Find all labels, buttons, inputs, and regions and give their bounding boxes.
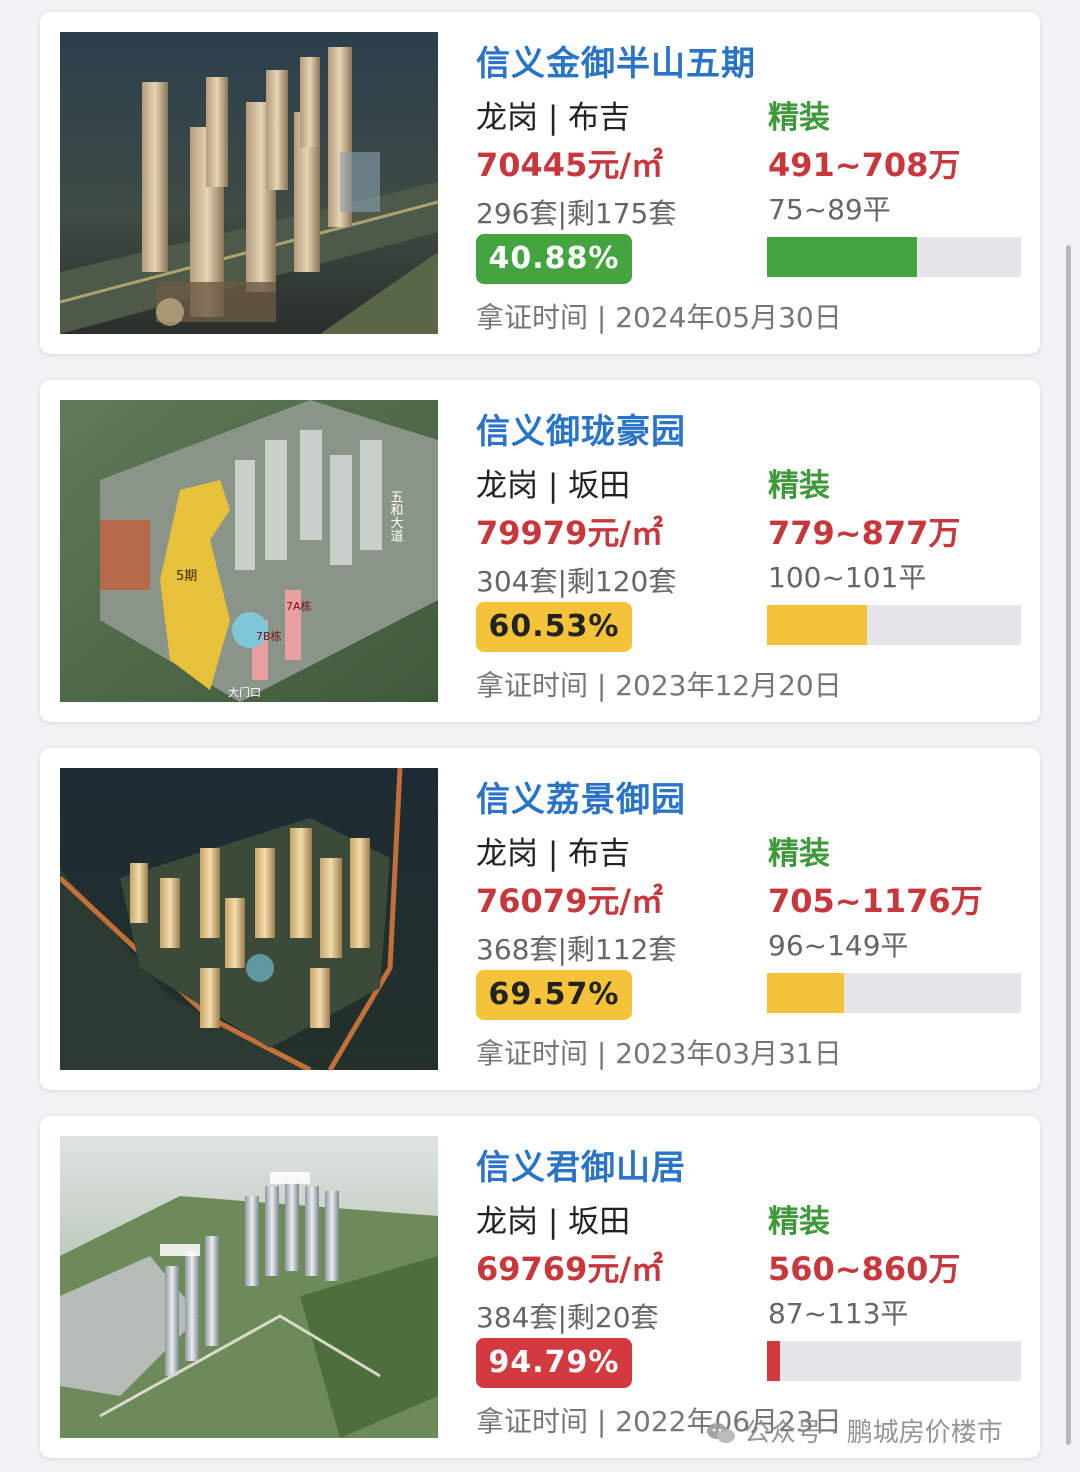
total-price-range: 491~708万 — [768, 146, 961, 184]
district-label: 龙岗 | 布吉 — [476, 836, 631, 872]
photo-road-label: 五和大道 — [388, 490, 404, 542]
certificate-date: 拿证时间 | 2023年12月20日 — [476, 669, 842, 702]
area-range: 100~101平 — [768, 561, 927, 594]
area-range: 96~149平 — [768, 929, 909, 962]
listing-card[interactable]: 信义金御半山五期 龙岗 | 布吉 精装 70445元/㎡ 491~708万 29… — [40, 12, 1040, 354]
project-photo — [60, 768, 438, 1070]
listing-card[interactable]: 信义荔景御园 龙岗 | 布吉 精装 76079元/㎡ 705~1176万 368… — [40, 748, 1040, 1090]
unit-price: 70445元/㎡ — [476, 146, 664, 184]
area-range: 75~89平 — [768, 193, 891, 226]
sales-progress-fill — [767, 1341, 781, 1381]
sold-percent-badge: 69.57% — [476, 970, 632, 1020]
sales-progress-bar — [767, 605, 1021, 645]
certificate-date: 拿证时间 | 2023年03月31日 — [476, 1037, 842, 1070]
total-price-range: 705~1176万 — [768, 882, 983, 920]
unit-price: 79979元/㎡ — [476, 514, 664, 552]
sales-progress-fill — [767, 237, 918, 277]
unit-count: 384套|剩20套 — [476, 1301, 659, 1334]
certificate-date: 拿证时间 | 2024年05月30日 — [476, 301, 842, 334]
sold-percent-badge: 60.53% — [476, 602, 632, 652]
district-label: 龙岗 | 布吉 — [476, 100, 631, 136]
listing-card[interactable]: 五和大道 5期 7A栋 7B栋 大门口 信义御珑豪园 龙岗 | 坂田 精装 79… — [40, 380, 1040, 722]
sales-progress-bar — [767, 1341, 1021, 1381]
project-photo — [60, 32, 438, 334]
project-photo: 五和大道 5期 7A栋 7B栋 大门口 — [60, 400, 438, 702]
decoration-label: 精装 — [768, 100, 830, 136]
project-name[interactable]: 信义金御半山五期 — [476, 36, 756, 85]
sales-progress-bar — [767, 973, 1021, 1013]
sales-progress-bar — [767, 237, 1021, 277]
listing-card[interactable]: 信义君御山居 龙岗 | 坂田 精装 69769元/㎡ 560~860万 384套… — [40, 1116, 1040, 1458]
watermark-text: 公众号 · 鹏城房价楼市 — [744, 1418, 1003, 1448]
photo-building-label: 7B栋 — [256, 629, 282, 643]
decoration-label: 精装 — [768, 1204, 830, 1240]
project-photo — [60, 1136, 438, 1438]
total-price-range: 779~877万 — [768, 514, 961, 552]
unit-price: 76079元/㎡ — [476, 882, 664, 920]
sold-percent-badge: 94.79% — [476, 1338, 632, 1388]
total-price-range: 560~860万 — [768, 1250, 961, 1288]
unit-price: 69769元/㎡ — [476, 1250, 664, 1288]
listing-page: 信义金御半山五期 龙岗 | 布吉 精装 70445元/㎡ 491~708万 29… — [0, 0, 1080, 1472]
watermark: 公众号 · 鹏城房价楼市 — [706, 1412, 1003, 1449]
photo-phase-label: 5期 — [176, 569, 197, 584]
district-label: 龙岗 | 坂田 — [476, 468, 631, 504]
unit-count: 296套|剩175套 — [476, 197, 677, 230]
scrollbar[interactable] — [1066, 245, 1071, 1445]
sold-percent-badge: 40.88% — [476, 234, 632, 284]
unit-count: 368套|剩112套 — [476, 933, 677, 966]
decoration-label: 精装 — [768, 468, 830, 504]
sales-progress-fill — [767, 605, 868, 645]
unit-count: 304套|剩120套 — [476, 565, 677, 598]
project-name[interactable]: 信义君御山居 — [476, 1140, 686, 1189]
photo-building-label: 7A栋 — [286, 599, 312, 613]
project-name[interactable]: 信义御珑豪园 — [476, 404, 686, 453]
wechat-icon — [707, 1423, 735, 1443]
photo-gate-label: 大门口 — [228, 685, 261, 699]
area-range: 87~113平 — [768, 1297, 909, 1330]
decoration-label: 精装 — [768, 836, 830, 872]
sales-progress-fill — [767, 973, 845, 1013]
project-name[interactable]: 信义荔景御园 — [476, 772, 686, 821]
district-label: 龙岗 | 坂田 — [476, 1204, 631, 1240]
